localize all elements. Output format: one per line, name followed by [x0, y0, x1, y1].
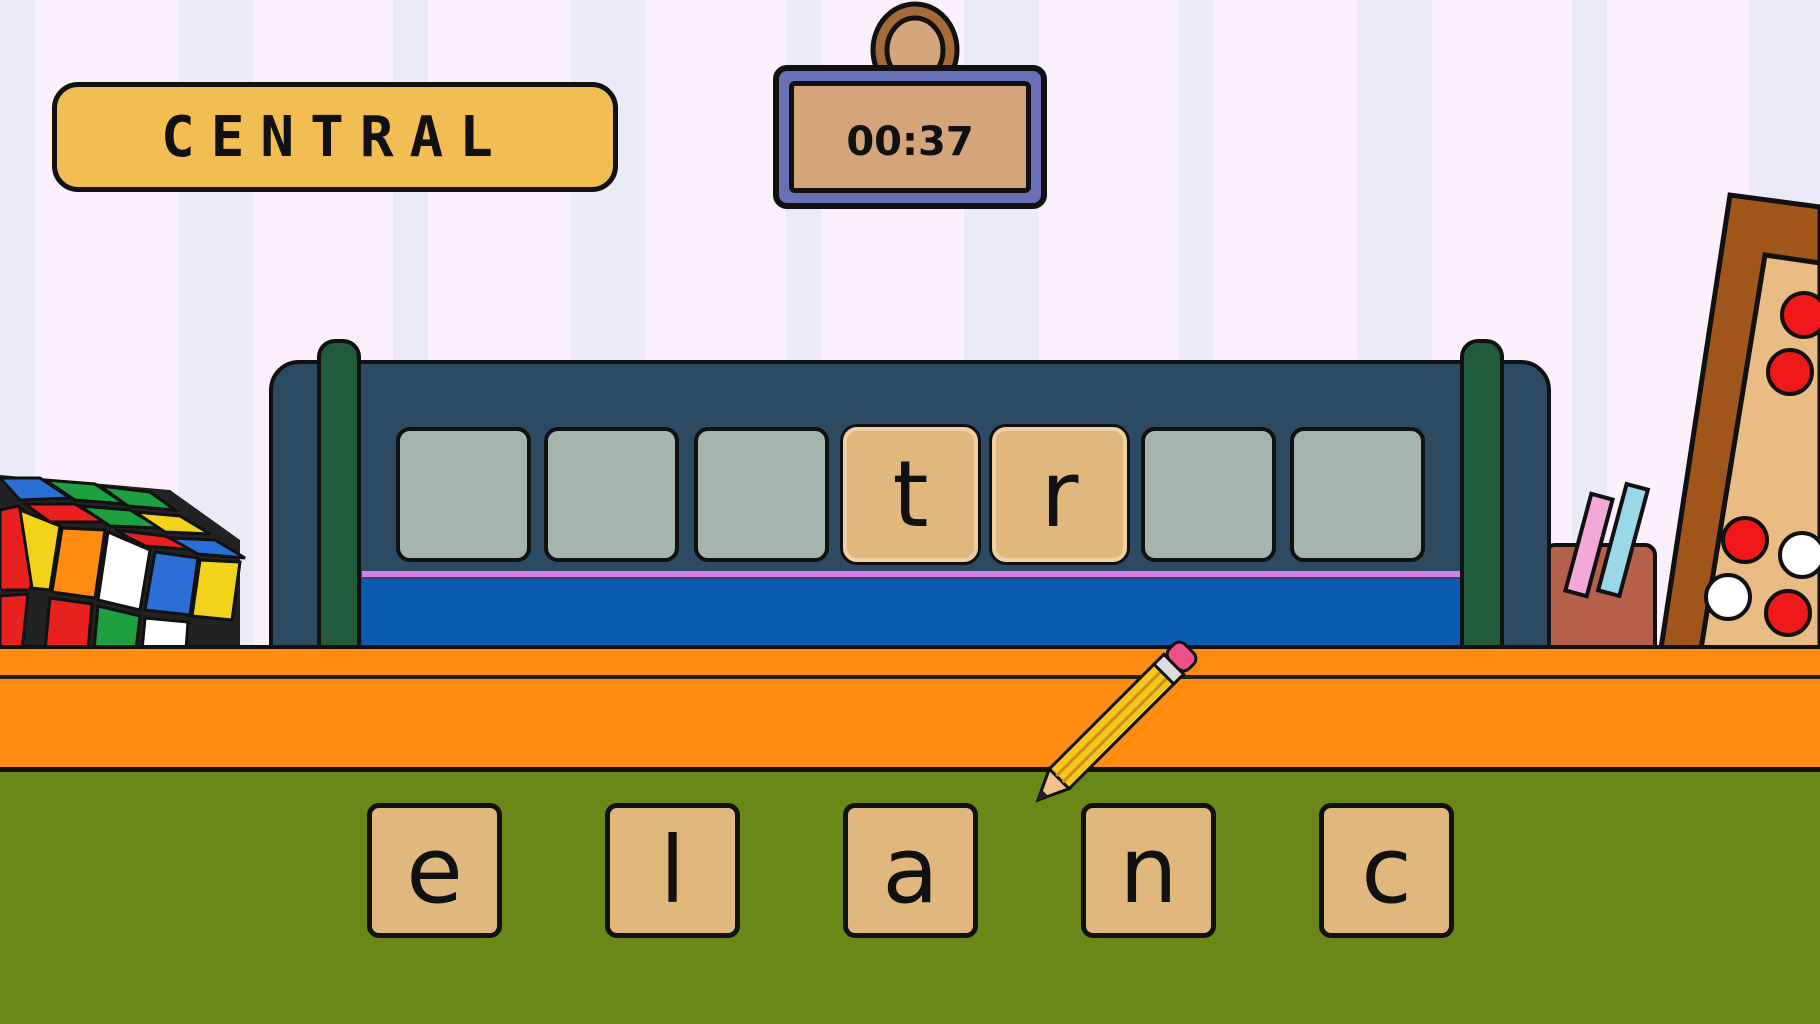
abacus-icon: [1543, 192, 1820, 655]
answer-slot-6[interactable]: [1141, 427, 1276, 562]
timer-text: 00:37: [789, 81, 1031, 193]
letter-tile-5[interactable]: c: [1319, 803, 1454, 938]
answer-slot-4[interactable]: t: [843, 427, 978, 562]
letter-tile-1[interactable]: e: [367, 803, 502, 938]
tray-post-right: [1460, 339, 1504, 666]
tray-water: [362, 579, 1460, 652]
timer-board: 00:37: [773, 65, 1047, 209]
answer-slot-2[interactable]: [544, 427, 679, 562]
letter-tile-4[interactable]: n: [1081, 803, 1216, 938]
letter-tile-2[interactable]: l: [605, 803, 740, 938]
pencil-cursor-icon: [1035, 640, 1198, 803]
letter-tile-3[interactable]: a: [843, 803, 978, 938]
tray-trim: [362, 571, 1460, 577]
answer-slot-1[interactable]: [396, 427, 531, 562]
shelf: [0, 645, 1820, 772]
tray-post-left: [317, 339, 361, 666]
rubiks-cube-icon: [0, 475, 246, 650]
shelf-edge: [0, 675, 1820, 679]
answer-slot-5[interactable]: r: [992, 427, 1127, 562]
answer-slot-7[interactable]: [1290, 427, 1425, 562]
answer-slot-3[interactable]: [694, 427, 829, 562]
category-label: CENTRAL: [52, 82, 618, 192]
